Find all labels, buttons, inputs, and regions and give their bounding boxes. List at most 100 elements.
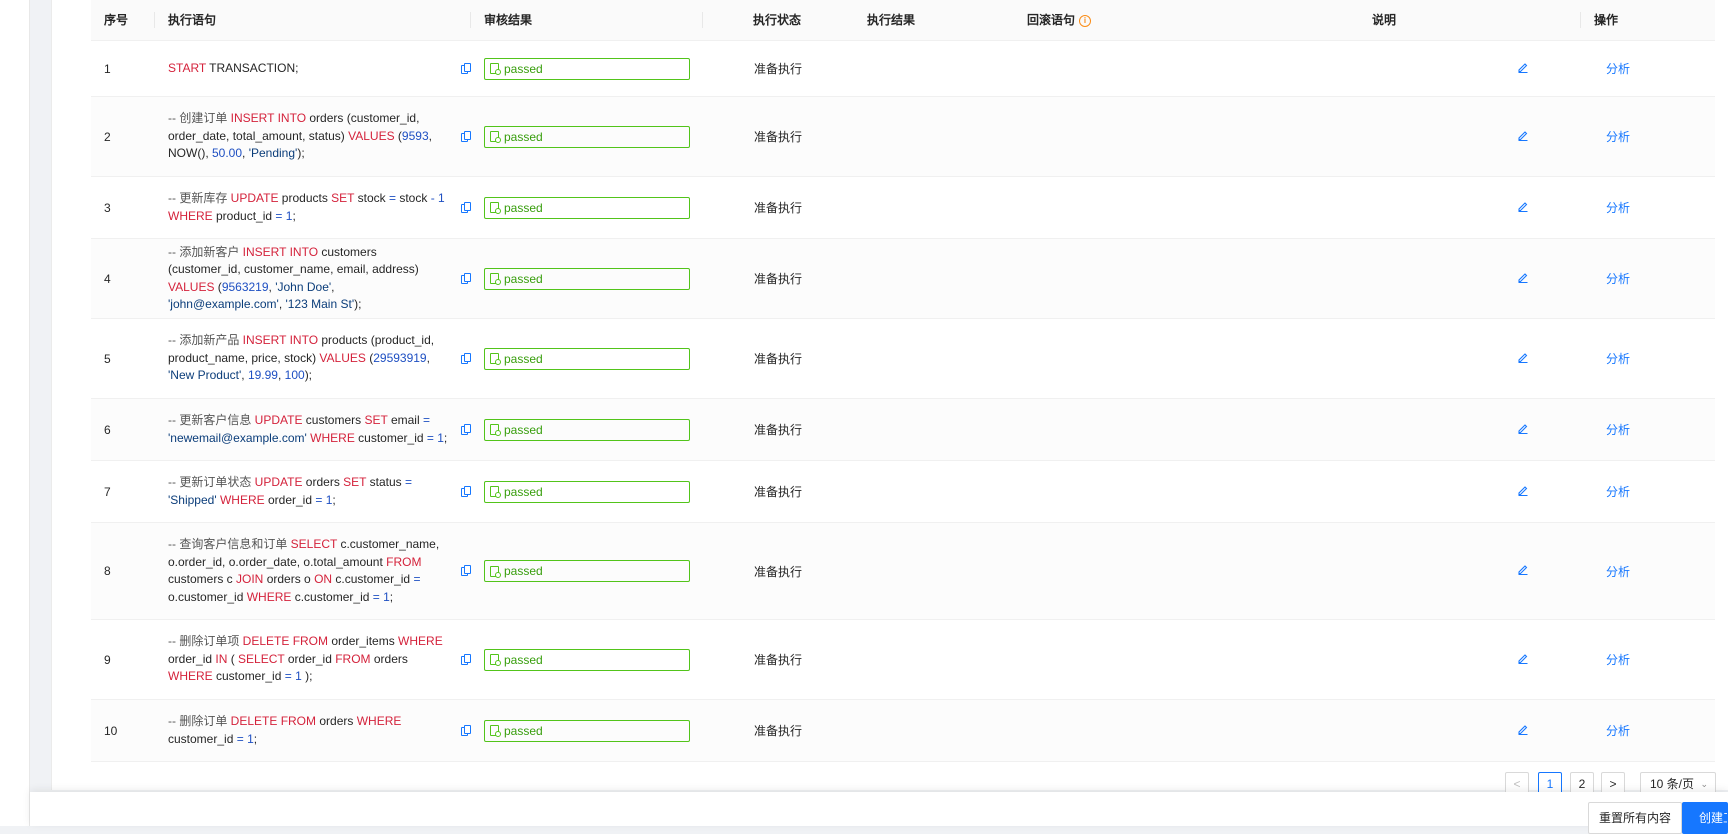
sql-token: ); — [304, 368, 313, 383]
sql-token: -- 更新订单状态 — [168, 475, 255, 489]
page-gutter — [30, 0, 50, 826]
row-status: 准备执行 — [754, 62, 803, 76]
copy-icon[interactable] — [461, 724, 471, 737]
copy-icon[interactable] — [461, 653, 471, 666]
row-index: 10 — [104, 723, 118, 738]
row-op: 分析 — [1581, 128, 1661, 145]
sql-token: 'Pending' — [248, 146, 298, 161]
copy-icon[interactable] — [461, 272, 471, 285]
sql-token: -- 查询客户信息和订单 — [168, 537, 291, 551]
row-index: 4 — [104, 271, 111, 286]
sql-token: IN — [215, 651, 228, 666]
edit-icon[interactable] — [1517, 563, 1529, 575]
audit-text: passed — [504, 484, 543, 499]
sql-token: = — [422, 413, 430, 427]
sql-token: 29593919 — [373, 350, 427, 365]
row-op: 分析 — [1581, 60, 1661, 77]
row-audit: passed — [471, 648, 703, 671]
sql-token: 100 — [284, 368, 305, 383]
sql-token: = — [236, 731, 244, 746]
row-op: 分析 — [1581, 421, 1661, 438]
edit-icon[interactable] — [1517, 129, 1529, 141]
analyze-link[interactable]: 分析 — [1606, 485, 1630, 499]
sql-token: 1 — [247, 731, 254, 746]
sql-token: , — [331, 279, 335, 294]
reset-all-button[interactable]: 重置所有内容 — [1588, 802, 1682, 834]
analyze-link[interactable]: 分析 — [1606, 272, 1630, 286]
sql-token: = — [388, 191, 396, 205]
edit-icon[interactable] — [1517, 61, 1529, 73]
audit-passed-tag: passed — [484, 125, 690, 148]
edit-icon[interactable] — [1517, 422, 1529, 434]
audit-text: passed — [504, 271, 543, 286]
table-row: 5 -- 添加新产品 INSERT INTO products (product… — [91, 319, 1715, 399]
audit-passed-tag: passed — [484, 418, 690, 441]
row-audit: passed — [471, 125, 703, 148]
row-status: 准备执行 — [754, 724, 803, 738]
copy-icon[interactable] — [461, 62, 471, 75]
edit-icon[interactable] — [1517, 652, 1529, 664]
row-status: 准备执行 — [754, 653, 803, 667]
copy-icon[interactable] — [461, 485, 471, 498]
copy-icon[interactable] — [461, 201, 471, 214]
audit-text: passed — [504, 723, 543, 738]
audit-text: passed — [504, 200, 543, 215]
sql-token: o.customer_id — [168, 589, 247, 604]
copy-icon[interactable] — [461, 352, 471, 365]
analyze-link[interactable]: 分析 — [1606, 62, 1630, 76]
info-icon[interactable]: i — [1079, 14, 1092, 27]
sql-token: order_id — [264, 492, 316, 507]
header-op: 操作 — [1594, 13, 1619, 27]
sql-token: UPDATE — [254, 413, 303, 427]
sql-token: status — [366, 475, 405, 489]
edit-icon[interactable] — [1517, 351, 1529, 363]
table-row: 8 -- 查询客户信息和订单 SELECT c.customer_name, o… — [91, 523, 1715, 620]
copy-icon[interactable] — [461, 565, 471, 577]
row-note — [1359, 724, 1581, 738]
create-ticket-button[interactable]: 创建工单 — [1682, 802, 1728, 834]
audit-text: passed — [504, 61, 543, 76]
sql-token: VALUES — [168, 279, 215, 294]
sql-token: ( — [394, 128, 402, 143]
sql-token: c.customer_id — [332, 572, 414, 586]
sql-token: JOIN — [236, 572, 264, 586]
row-index: 7 — [104, 484, 111, 499]
analyze-link[interactable]: 分析 — [1606, 201, 1630, 215]
audit-passed-tag: passed — [484, 196, 690, 219]
header-sql: 执行语句 — [155, 0, 471, 40]
row-op: 分析 — [1581, 651, 1661, 668]
analyze-link[interactable]: 分析 — [1606, 565, 1630, 579]
sql-token: FROM — [335, 651, 371, 666]
analyze-link[interactable]: 分析 — [1606, 653, 1630, 667]
edit-icon[interactable] — [1517, 484, 1529, 496]
row-sql: -- 更新库存 UPDATE products SET stock = stoc… — [155, 190, 471, 225]
row-sql: -- 创建订单 INSERT INTO orders (customer_id,… — [155, 110, 471, 163]
sql-token: 9563219 — [221, 279, 269, 294]
table-row: 10 -- 删除订单 DELETE FROM orders WHERE cust… — [91, 700, 1715, 762]
sql-token: VALUES — [348, 128, 395, 143]
row-sql: -- 删除订单项 DELETE FROM order_items WHERE o… — [155, 633, 471, 686]
passed-icon — [490, 353, 501, 365]
passed-icon — [490, 273, 501, 285]
analyze-link[interactable]: 分析 — [1606, 423, 1630, 437]
row-status: 准备执行 — [754, 485, 803, 499]
sql-token: ; — [332, 492, 336, 507]
passed-icon — [490, 424, 501, 436]
row-audit: passed — [471, 719, 703, 742]
edit-icon[interactable] — [1517, 200, 1529, 212]
sql-token: order_items — [328, 634, 399, 649]
audit-passed-tag: passed — [484, 648, 690, 671]
edit-icon[interactable] — [1517, 723, 1529, 735]
analyze-link[interactable]: 分析 — [1606, 352, 1630, 366]
edit-icon[interactable] — [1517, 271, 1529, 283]
copy-icon[interactable] — [461, 130, 471, 143]
row-audit: passed — [471, 480, 703, 503]
row-note — [1359, 352, 1581, 366]
copy-icon[interactable] — [461, 423, 471, 436]
row-sql: -- 添加新产品 INSERT INTO products (product_i… — [155, 332, 471, 385]
analyze-link[interactable]: 分析 — [1606, 130, 1630, 144]
sql-token: 'New Product' — [168, 368, 242, 383]
table-row: 2 -- 创建订单 INSERT INTO orders (customer_i… — [91, 97, 1715, 177]
analyze-link[interactable]: 分析 — [1606, 724, 1630, 738]
table-header: 序号 执行语句 审核结果 执行状态 执行结果 回滚语句 i 说明 操作 — [91, 0, 1715, 41]
